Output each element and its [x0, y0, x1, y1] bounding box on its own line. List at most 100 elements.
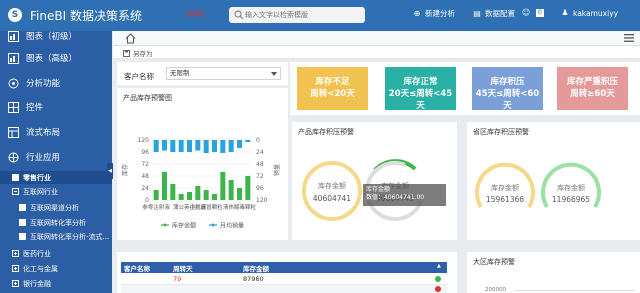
y-axis-label-right: 销量 — [273, 164, 281, 176]
legend-label: 库存金额 — [172, 222, 196, 230]
sort-arrow-icon[interactable]: ▲ — [437, 263, 441, 269]
save-as-button[interactable]: 另存为 — [123, 48, 153, 58]
sidebar-item-industry[interactable]: 行业应用 — [0, 145, 112, 169]
kpi-tile-normal: 库存正常 20天≤周转<45天 — [385, 67, 456, 111]
column-header-days[interactable]: 周转天 — [173, 263, 193, 273]
province-gauges: 库存金额 15961366 库存金额 11966965 — [475, 162, 601, 209]
search-input[interactable] — [245, 9, 359, 21]
gauge-value: 15961366 — [486, 195, 524, 204]
sidebar-item-chart-basic[interactable]: 图表（初级） — [0, 24, 112, 48]
kpi-range: 45天≤周转<60天 — [475, 89, 540, 111]
sidebar-item-widgets[interactable]: 控件 — [0, 95, 112, 119]
x-tick-label: 清热解毒颗粒 — [223, 203, 257, 211]
customer-filter-select[interactable]: 无限制 — [166, 67, 281, 80]
messages-button[interactable]: ☺ 0 — [521, 8, 544, 18]
bar-stock-amount — [212, 194, 217, 200]
search-icon — [234, 10, 244, 20]
sidebar-item-analysis[interactable]: 分析功能 — [0, 71, 112, 95]
app-logo: S — [8, 8, 22, 22]
x-tick-label: 参零注射液 — [142, 203, 170, 211]
bar-stock-amount — [187, 192, 192, 200]
province-overstock-card: 省区库存积压预警 库存金额 15961366 库存金额 11966965 — [467, 122, 640, 240]
gridline — [515, 290, 635, 291]
bar-monthly-sales — [162, 140, 167, 151]
kpi-title: 库存严重积压 — [566, 77, 618, 87]
bar-monthly-sales — [228, 140, 234, 152]
gauge-label: 库存金额 — [491, 183, 519, 192]
region-warning-card: 大区库存预警 200000 — [467, 252, 640, 293]
bar-monthly-sales — [220, 140, 226, 153]
sidebar-sub-label: 互联网渠道分析 — [30, 203, 79, 212]
sidebar-item-label: 图表（初级） — [26, 32, 78, 42]
sidebar-item-label: 行业应用 — [26, 153, 61, 163]
table-row[interactable] — [121, 285, 447, 293]
y-tick-label-left: 24 — [141, 185, 149, 192]
analysis-icon — [7, 77, 19, 89]
menu-icon[interactable] — [624, 34, 634, 42]
region-warning-title: 大区库存预警 — [473, 258, 515, 266]
home-icon[interactable] — [125, 33, 136, 44]
new-analysis-label: 新建分析 — [425, 9, 455, 18]
sidebar-item-label: 流式布局 — [26, 128, 61, 138]
sidebar-sub-label: 医药行业 — [23, 249, 51, 258]
table-header: 客户名称 周转天 库存金额 ▲ — [121, 262, 447, 273]
status-dot-red — [435, 286, 441, 292]
y-tick-label-right: 48 — [256, 161, 264, 168]
bar-stock-amount — [245, 176, 251, 200]
message-count-badge: 0 — [536, 9, 544, 17]
column-header-customer[interactable]: 客户名称 — [124, 263, 150, 273]
sidebar-item-label: 分析功能 — [26, 79, 61, 89]
bar-monthly-sales — [153, 140, 159, 152]
x-tick-label: 小儿感冒颗粒 — [190, 203, 224, 211]
new-analysis-button[interactable]: ⊕ 新建分析 — [412, 8, 455, 19]
customer-filter-value: 无限制 — [170, 69, 190, 77]
sidebar-sub-internet-conversion-flow[interactable]: 互联网转化率分析-流式... — [0, 230, 112, 243]
sidebar-sub-internet[interactable]: 互联网行业 — [0, 185, 112, 198]
bar-monthly-sales — [187, 140, 192, 152]
sidebar-item-label: 图表（高级） — [26, 54, 78, 64]
tooltip-label: 库存金额 — [366, 186, 391, 193]
kpi-range: 周转≥60天 — [570, 89, 615, 99]
y-tick-label-left: 120 — [138, 137, 150, 144]
sidebar-sub-retail[interactable]: 零售行业 — [0, 171, 112, 184]
legend-marker-dot — [211, 223, 215, 227]
inventory-warning-chart-card: 产品库存预警图 120 0 96 24 72 48 48 72 24 96 0 120 库存 销量 参零注射… — [117, 88, 288, 240]
search-box[interactable] — [229, 7, 365, 23]
bar-stock-amount — [228, 180, 234, 200]
product-overstock-card: 产品库存积压预警 库存金额 40604741 库存金额 40604741 — [292, 122, 457, 240]
bar-monthly-sales — [245, 140, 251, 142]
column-header-amount[interactable]: 库存金额 — [243, 263, 269, 273]
save-as-label: 另存为 — [133, 50, 153, 58]
sidebar-sub-internet-conversion[interactable]: 互联网转化率分析 — [0, 216, 112, 229]
kpi-title: 库存正常 — [403, 77, 438, 87]
kpi-title: 库存不足 — [315, 77, 350, 87]
user-menu[interactable]: ♟ kakamuxiyy — [560, 8, 618, 18]
sidebar-sub-internet-channel[interactable]: 互联网渠道分析 — [0, 201, 112, 214]
save-icon — [123, 49, 130, 57]
y-tick-label-left: 96 — [141, 149, 149, 156]
data-config-button[interactable]: ▤ 数据配置 — [472, 8, 515, 19]
sidebar-sub-banking[interactable]: 银行金融 — [0, 277, 112, 290]
file-icon — [19, 233, 26, 240]
y-tick-label-right: 0 — [256, 137, 260, 144]
sidebar-sub-pharma[interactable]: 医药行业 — [0, 247, 112, 260]
layout-icon — [7, 126, 19, 138]
tooltip-value: 数值：40604741.00 — [366, 194, 425, 201]
sidebar-sub-label: 互联网行业 — [23, 187, 58, 196]
cell-amount: 87960 — [243, 275, 264, 283]
y-tick-label-right: 120 — [256, 197, 268, 204]
collapse-icon — [12, 188, 19, 195]
sidebar-item-chart-advanced[interactable]: 图表（高级） — [0, 46, 112, 70]
table-row[interactable]: 79 87960 — [121, 273, 447, 285]
expand-icon — [12, 280, 19, 287]
edition-tag: 管理版 — [186, 11, 205, 18]
status-dot-green — [435, 276, 441, 282]
bar-stock-amount — [162, 172, 167, 200]
username-label: kakamuxiyy — [573, 8, 619, 18]
bar-stock-amount — [220, 172, 226, 200]
sidebar-sub-chemical[interactable]: 化工与金属 — [0, 262, 112, 275]
axis-tick-label: 200000 — [485, 287, 506, 293]
sidebar-collapse-handle[interactable]: ◀ — [107, 163, 113, 179]
legend-label: 月均销量 — [220, 222, 244, 230]
sidebar-item-flow-layout[interactable]: 流式布局 — [0, 120, 112, 144]
